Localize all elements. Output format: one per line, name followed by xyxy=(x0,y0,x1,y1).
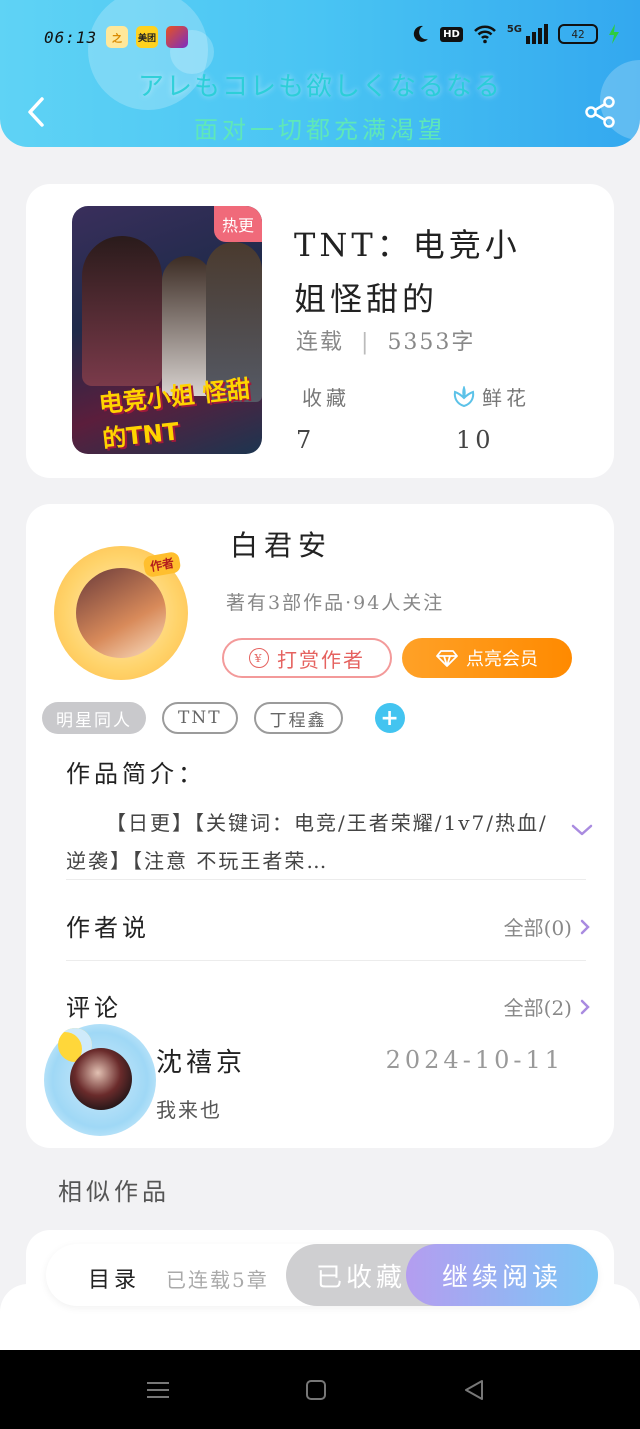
moon-icon xyxy=(413,25,429,42)
flowers-label: 鲜花 xyxy=(482,386,530,410)
status-icons: HD 5G 42 xyxy=(410,24,620,44)
intro-text[interactable]: 【日更】【关键词：电竞/王者荣耀/1v7/热血/逆袭】【注意 不玩王者荣… xyxy=(66,804,566,880)
continue-reading-button[interactable]: 继续阅读 xyxy=(406,1244,598,1306)
author-avatar[interactable]: 作者 xyxy=(54,546,188,680)
chevron-right-icon xyxy=(580,919,590,934)
commenter-avatar[interactable] xyxy=(44,1024,156,1136)
tag-item[interactable]: 丁程鑫 xyxy=(253,702,343,734)
tip-author-button[interactable]: ¥ 打赏作者 xyxy=(222,638,392,678)
toc-button[interactable]: 目录 xyxy=(88,1262,140,1294)
vip-button[interactable]: 点亮会员 xyxy=(402,638,572,678)
system-navigation-bar xyxy=(0,1350,640,1429)
zhi-app-icon: 之 xyxy=(106,26,128,48)
comment-date: 2024-10-11 xyxy=(385,1046,564,1074)
intro-text-content: 【日更】【关键词：电竞/王者荣耀/1v7/热血/逆袭】【注意 不玩王者荣… xyxy=(66,811,548,873)
commenter-avatar-image xyxy=(70,1048,132,1110)
tip-author-label: 打赏作者 xyxy=(277,647,365,672)
banner-chinese-text: 面对一切都充满渴望 xyxy=(194,116,446,144)
author-name[interactable]: 白君安 xyxy=(230,524,332,564)
book-cover[interactable]: 热更 电竞小姐 怪甜的TNT xyxy=(72,206,262,454)
word-count: 5353字 xyxy=(387,330,476,355)
author-says-view-all-label: 全部(0) xyxy=(503,916,572,940)
game-app-icon xyxy=(166,26,188,48)
author-summary: 著有3部作品·94人关注 xyxy=(226,592,445,614)
diamond-icon xyxy=(436,650,458,667)
book-meta: 连载 | 5353字 xyxy=(296,324,475,356)
banner-japanese-text: アレもコレも欲しくなるなる xyxy=(137,72,502,102)
author-says-heading: 作者说 xyxy=(66,914,150,942)
tag-list: 明星同人 TNT 丁程鑫 + xyxy=(42,702,405,734)
hot-update-badge: 热更 xyxy=(213,206,262,242)
author-badge: 作者 xyxy=(142,551,182,578)
divider xyxy=(66,960,586,961)
book-info-card: 热更 电竞小姐 怪甜的TNT TNT：电竞小姐怪甜的 连载 | 5353字 收藏… xyxy=(26,184,614,478)
meta-separator: | xyxy=(361,330,371,355)
commenter-name[interactable]: 沈禧京 xyxy=(156,1042,246,1079)
author-avatar-image xyxy=(76,568,166,658)
menu-icon[interactable] xyxy=(146,1378,170,1402)
charging-icon xyxy=(609,24,619,44)
author-details-card: 作者 白君安 著有3部作品·94人关注 ¥ 打赏作者 点亮会员 明星同人 TNT… xyxy=(26,504,614,1148)
back-triangle-icon[interactable] xyxy=(462,1378,486,1402)
tag-item[interactable]: TNT xyxy=(162,702,238,734)
yen-icon: ¥ xyxy=(249,648,269,668)
flowers-label-group: 鲜花 xyxy=(452,382,530,411)
share-icon[interactable] xyxy=(582,94,618,130)
signal-icon: 5G xyxy=(507,24,548,44)
comments-view-all[interactable]: 全部(2) xyxy=(504,992,590,1021)
comments-view-all-label: 全部(2) xyxy=(503,996,572,1020)
flowers-count: 10 xyxy=(456,426,495,454)
book-title: TNT：电竞小姐怪甜的 xyxy=(294,226,521,318)
flower-icon xyxy=(453,385,475,407)
header-banner: 06:13 之 美团 HD 5G 42 アレもコレも欲しくなるなる 面对一切都充… xyxy=(0,0,640,147)
status-time: 06:13 xyxy=(44,28,98,47)
wifi-icon xyxy=(473,25,496,44)
comment-text[interactable]: 我来也 xyxy=(156,1094,222,1123)
home-icon[interactable] xyxy=(304,1378,328,1402)
divider xyxy=(66,879,586,880)
chevron-down-icon[interactable] xyxy=(570,822,594,838)
meituan-app-icon: 美团 xyxy=(136,26,158,48)
add-tag-button[interactable]: + xyxy=(374,703,405,733)
chevron-left-icon xyxy=(28,97,44,127)
favorites-label: 收藏 xyxy=(302,386,350,410)
author-says-view-all[interactable]: 全部(0) xyxy=(504,912,590,941)
comments-heading: 评论 xyxy=(66,994,122,1022)
favorites-count: 7 xyxy=(296,426,316,454)
similar-works-heading: 相似作品 xyxy=(58,1178,170,1206)
serial-status: 连载 xyxy=(296,330,345,355)
chevron-right-icon xyxy=(580,999,590,1014)
chapter-count[interactable]: 已连载5章 xyxy=(166,1264,269,1293)
hd-icon: HD xyxy=(440,26,463,42)
battery-icon: 42 xyxy=(558,24,598,44)
back-button[interactable] xyxy=(18,92,54,132)
cover-figure xyxy=(82,236,162,386)
vip-button-label: 点亮会员 xyxy=(466,649,538,670)
intro-heading: 作品简介： xyxy=(66,760,206,788)
tag-item[interactable]: 明星同人 xyxy=(42,702,146,734)
